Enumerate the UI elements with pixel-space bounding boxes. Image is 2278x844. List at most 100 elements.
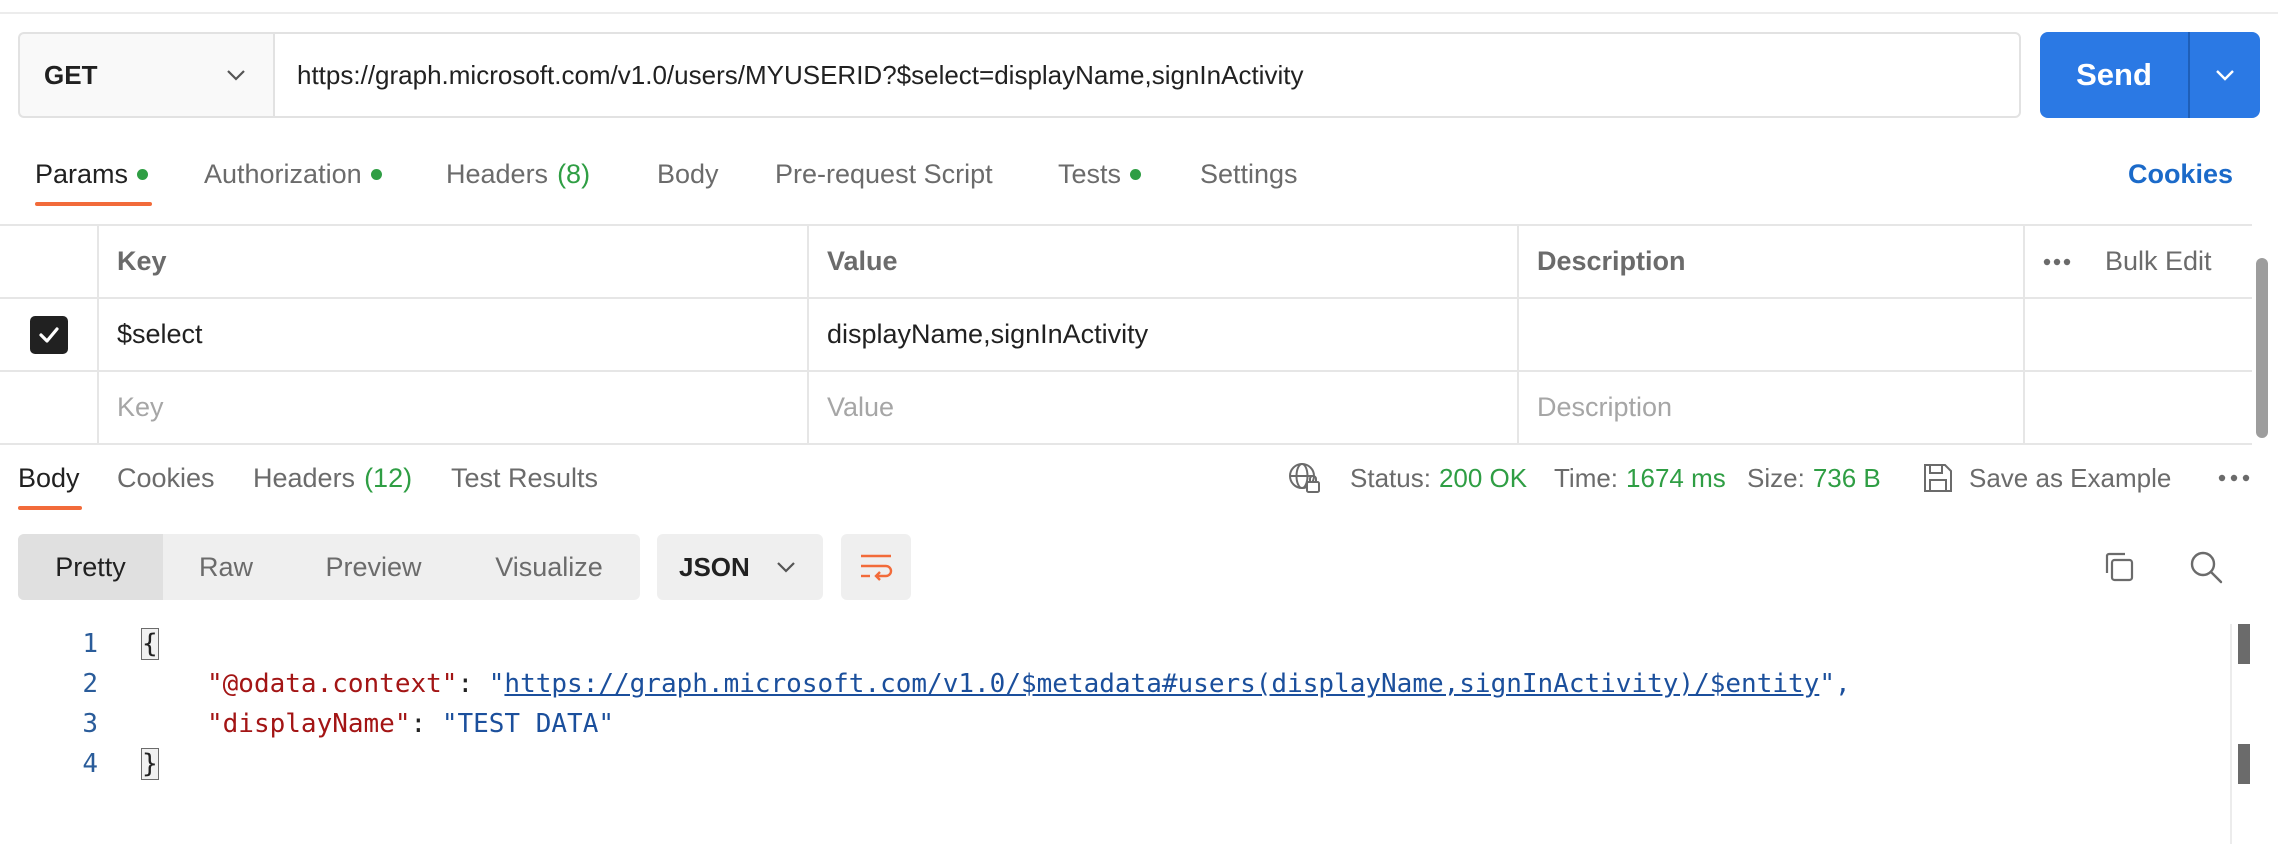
tab-test-results-label: Test Results (451, 462, 599, 493)
view-mode-segmented-control: Pretty Raw Preview Visualize (18, 534, 640, 600)
view-mode-visualize[interactable]: Visualize (458, 534, 640, 600)
code-line: 4 } (0, 744, 2230, 784)
tab-authorization[interactable]: Authorization (204, 148, 382, 200)
status-label: Status: (1350, 462, 1431, 493)
table-row-new: Key Value Description (0, 372, 2252, 445)
tab-headers-label: Headers (446, 158, 549, 189)
new-key-input[interactable]: Key (99, 372, 809, 443)
params-table: Key Value Description Bulk Edit $select … (0, 224, 2252, 445)
response-more-button[interactable] (2218, 452, 2250, 504)
more-horizontal-icon[interactable] (2043, 258, 2071, 266)
json-value-close: ", (1819, 669, 1851, 699)
new-description-input[interactable]: Description (1519, 372, 2025, 443)
tab-test-results[interactable]: Test Results (451, 452, 598, 504)
cookies-link[interactable]: Cookies (2128, 148, 2233, 200)
tab-settings-label: Settings (1200, 158, 1298, 189)
view-mode-raw[interactable]: Raw (163, 534, 289, 600)
wrap-lines-icon (861, 554, 893, 581)
active-tab-underline (18, 506, 82, 510)
network-info-button[interactable] (1286, 452, 1322, 504)
bulk-edit-button[interactable]: Bulk Edit (2105, 246, 2212, 277)
minimap-marker (2238, 744, 2250, 784)
tab-tests[interactable]: Tests (1058, 148, 1142, 200)
new-value-input[interactable]: Value (809, 372, 1519, 443)
param-description-cell[interactable] (1519, 299, 2025, 370)
line-number: 1 (82, 629, 98, 659)
top-strip (0, 0, 2278, 14)
status-dot (370, 168, 382, 180)
param-key-cell[interactable]: $select (99, 299, 809, 370)
params-scrollbar[interactable] (2256, 258, 2268, 438)
code-line: 2 "@odata.context": "https://graph.micro… (0, 664, 2230, 704)
column-header-key: Key (99, 226, 809, 297)
response-tabs: Body Cookies Headers (12) Test Results St… (0, 452, 2278, 512)
format-label: JSON (679, 551, 750, 582)
checkmark-icon (38, 326, 59, 343)
row-actions-cell (2025, 299, 2252, 370)
url-input[interactable]: https://graph.microsoft.com/v1.0/users/M… (273, 32, 2021, 118)
tab-headers[interactable]: Headers (8) (446, 148, 590, 200)
column-header-description: Description (1519, 226, 2025, 297)
time-readout[interactable]: Time: 1674 ms (1554, 452, 1726, 504)
status-value: 200 OK (1438, 462, 1528, 493)
send-button[interactable]: Send (2040, 32, 2188, 118)
line-number: 2 (82, 669, 98, 699)
checkbox-column-header (0, 226, 99, 297)
tab-params[interactable]: Params (35, 148, 149, 200)
format-dropdown[interactable]: JSON (657, 534, 823, 600)
copy-icon (2105, 552, 2134, 582)
response-body-viewer[interactable]: 1 { 2 "@odata.context": "https://graph.m… (0, 624, 2230, 784)
tab-prerequest-script[interactable]: Pre-request Script (775, 148, 993, 200)
column-header-value: Value (809, 226, 1519, 297)
search-button[interactable] (2183, 544, 2229, 590)
tab-body-label: Body (657, 158, 719, 189)
table-actions: Bulk Edit (2025, 226, 2252, 297)
tab-prerequest-label: Pre-request Script (775, 158, 993, 189)
view-mode-pretty[interactable]: Pretty (18, 534, 163, 600)
minimap-marker (2238, 624, 2250, 664)
save-icon (1924, 464, 1952, 492)
json-separator: : (457, 669, 489, 699)
tab-settings[interactable]: Settings (1200, 148, 1298, 200)
table-header-row: Key Value Description Bulk Edit (0, 226, 2252, 299)
code-line: 3 "displayName": "TEST DATA" (0, 704, 2230, 744)
row-actions-cell (2025, 372, 2252, 443)
globe-lock-icon (1289, 463, 1320, 493)
tab-response-body[interactable]: Body (18, 452, 80, 504)
param-value-cell[interactable]: displayName,signInActivity (809, 299, 1519, 370)
headers-count: (8) (557, 158, 591, 189)
json-separator: : (410, 709, 442, 739)
json-key: "@odata.context" (207, 669, 458, 699)
tab-response-headers[interactable]: Headers (12) (253, 452, 412, 504)
chevron-down-icon (777, 562, 795, 573)
tab-response-cookies[interactable]: Cookies (117, 452, 215, 504)
search-icon (2190, 551, 2223, 584)
param-enabled-checkbox[interactable] (29, 315, 68, 354)
json-url-link[interactable]: https://graph.microsoft.com/v1.0/$metada… (504, 669, 1819, 699)
close-brace: } (141, 748, 159, 780)
view-mode-preview[interactable]: Preview (289, 534, 458, 600)
copy-button[interactable] (2096, 544, 2142, 590)
size-label: Size: (1747, 462, 1805, 493)
request-tabs: Params Authorization Headers (8) Body Pre… (0, 148, 2278, 208)
table-row: $select displayName,signInActivity (0, 299, 2252, 372)
line-number: 3 (82, 709, 98, 739)
size-value: 736 B (1812, 462, 1881, 493)
tab-params-label: Params (35, 158, 129, 189)
method-dropdown[interactable]: GET (18, 32, 273, 118)
status-readout[interactable]: Status: 200 OK (1350, 452, 1527, 504)
save-as-example-label: Save as Example (1969, 462, 2172, 493)
json-quote: " (488, 669, 505, 699)
size-readout[interactable]: Size: 736 B (1747, 452, 1881, 504)
active-tab-underline (35, 202, 152, 206)
more-horizontal-icon (2218, 474, 2250, 482)
editor-gutter-divider (2230, 624, 2232, 844)
tab-body[interactable]: Body (657, 148, 719, 200)
json-key: "displayName" (207, 709, 411, 739)
status-dot (137, 168, 149, 180)
code-line: 1 { (0, 624, 2230, 664)
send-options-button[interactable] (2190, 32, 2260, 118)
wrap-lines-button[interactable] (841, 534, 911, 600)
time-value: 1674 ms (1626, 462, 1726, 493)
save-as-example-button[interactable]: Save as Example (1921, 452, 2171, 504)
